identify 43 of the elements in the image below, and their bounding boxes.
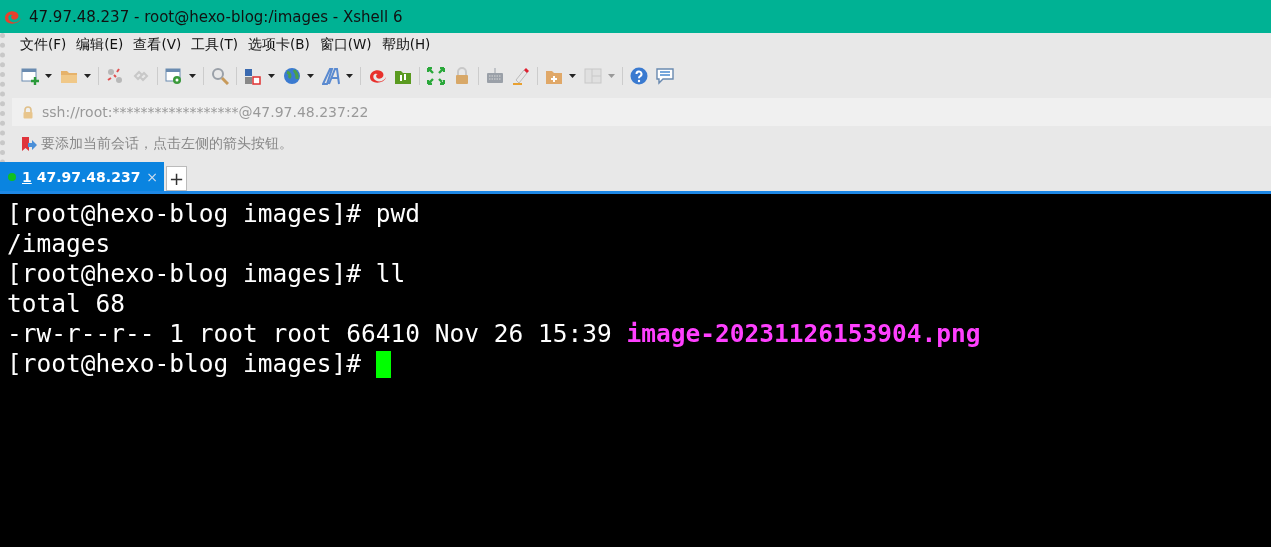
highlighter-icon[interactable] xyxy=(512,67,530,85)
font-icon[interactable] xyxy=(322,67,340,85)
disconnect-icon[interactable] xyxy=(106,67,124,85)
dropdown-caret-icon[interactable] xyxy=(346,74,353,78)
window-title: 47.97.48.237 - root@hexo-blog:/images - Xshell 6 xyxy=(29,7,403,26)
menu-item[interactable]: 工具(T) xyxy=(186,36,243,58)
keyboard-icon[interactable] xyxy=(486,67,504,85)
dropdown-caret-icon[interactable] xyxy=(45,74,52,78)
text-cursor xyxy=(375,350,391,378)
terminal-text: total 68 xyxy=(7,289,125,319)
dropdown-caret-icon[interactable] xyxy=(268,74,275,78)
terminal-text: [root@hexo-blog images]# pwd xyxy=(7,199,420,229)
terminal-text: /images xyxy=(7,229,111,259)
terminal-text: [root@hexo-blog images]# xyxy=(7,349,362,379)
help-icon[interactable] xyxy=(630,67,648,85)
arrow-icon[interactable] xyxy=(21,136,37,152)
tab-title: 47.97.48.237 xyxy=(36,168,142,185)
menu-item[interactable]: 窗口(W) xyxy=(314,36,377,58)
dropdown-caret-icon[interactable] xyxy=(569,74,576,78)
menu-item[interactable]: 帮助(H) xyxy=(376,36,436,58)
globe-icon[interactable] xyxy=(283,67,301,85)
terminal-text: [root@hexo-blog images]# ll xyxy=(7,259,406,289)
menu-item[interactable]: 查看(V) xyxy=(128,36,187,58)
tab-number: 1 xyxy=(22,168,32,185)
settings-icon[interactable] xyxy=(165,67,183,85)
dropdown-caret-icon[interactable] xyxy=(307,74,314,78)
hint-text: 要添加当前会话，点击左侧的箭头按钮。 xyxy=(41,135,293,153)
search-icon[interactable] xyxy=(211,67,229,85)
swirl-icon[interactable] xyxy=(368,67,386,85)
new-session-icon[interactable] xyxy=(21,67,39,85)
lock-icon xyxy=(22,105,34,119)
fullscreen-icon[interactable] xyxy=(427,67,445,85)
menu-item[interactable]: 选项卡(B) xyxy=(242,36,315,58)
session-tab[interactable]: 1 47.97.48.237 × xyxy=(0,162,164,191)
layout-icon[interactable] xyxy=(244,67,262,85)
terminal-text: -rw-r--r-- 1 root root 66410 Nov 26 15:39 xyxy=(7,319,613,349)
menu-item[interactable]: 编辑(E) xyxy=(71,36,129,58)
file-name: image-20231126153904.png xyxy=(626,319,981,349)
chat-icon[interactable] xyxy=(656,67,674,85)
new-tab-button[interactable]: + xyxy=(166,166,187,191)
menu-item[interactable]: 文件(F) xyxy=(15,36,72,58)
dropdown-caret-icon[interactable] xyxy=(84,74,91,78)
dropdown-caret-icon[interactable] xyxy=(189,74,196,78)
